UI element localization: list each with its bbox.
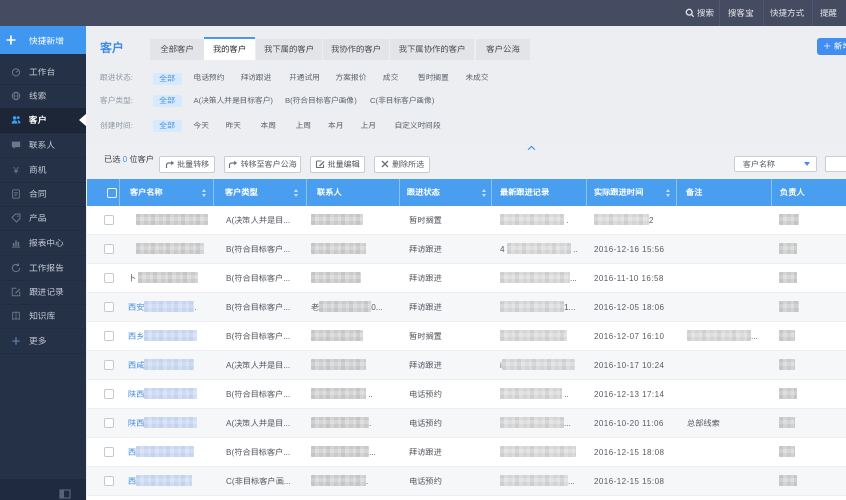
svg-text:¥: ¥ xyxy=(12,165,19,175)
